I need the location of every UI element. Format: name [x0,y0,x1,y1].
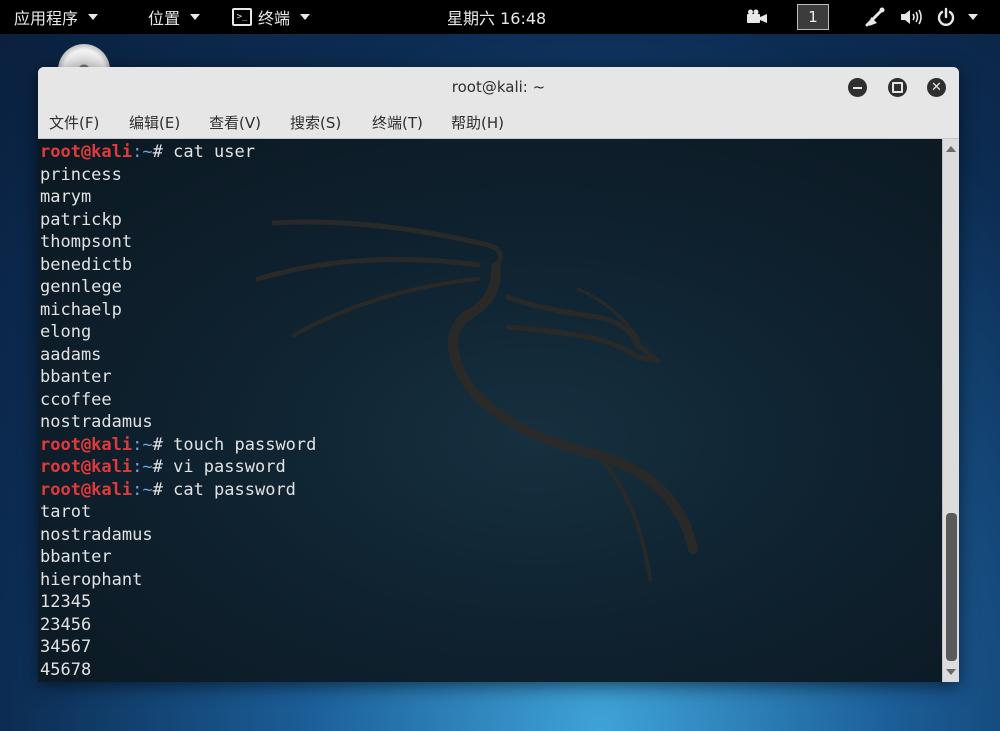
terminal-icon: >_ [232,8,252,26]
chevron-down-icon [88,14,99,20]
prompt-path: :~ [132,142,153,162]
menu-view[interactable]: 查看(V) [209,107,261,138]
maximize-button[interactable] [888,78,907,97]
terminal-output-line: nostradamus [40,524,153,545]
terminal-scrollbar[interactable] [942,139,959,682]
clock-label: 星期六 16:48 [447,9,547,28]
prompt-path: :~ [132,457,153,477]
menu-file[interactable]: 文件(F) [49,107,99,138]
prompt-user: root@kali [40,142,133,162]
terminal-app-label: 终端 [258,9,291,28]
terminal-output-line: aadams [40,344,102,365]
power-menu[interactable] [936,0,978,34]
terminal-prompt-line: root@kali:~# cat user [40,141,316,164]
close-button[interactable]: ✕ [927,78,946,97]
terminal-output-line: michaelp [40,299,122,320]
close-icon: ✕ [931,80,942,95]
chevron-down-icon [190,14,201,20]
workspace-indicator[interactable]: 1 [797,0,829,34]
minimize-icon [853,86,862,89]
terminal-output-line: benedictb [40,254,133,275]
prompt-command: cat user [173,142,255,162]
prompt-path: :~ [132,434,153,455]
scroll-down-icon[interactable] [946,669,956,675]
terminal-prompt-line: root@kali:~# cat password [40,479,316,502]
terminal-area[interactable]: root@kali:~# cat user princess marym patric… [38,139,942,682]
window-titlebar[interactable]: root@kali: ~ ✕ [38,67,959,107]
terminal-app-menu[interactable]: >_ 终端 [232,0,311,34]
places-menu-label: 位置 [148,9,181,28]
terminal-output: root@kali:~# cat user princess marym patric… [40,141,316,681]
menu-help[interactable]: 帮助(H) [451,107,504,138]
applications-menu-label: 应用程序 [14,9,79,28]
terminal-output-line: bbanter [40,367,112,387]
terminal-output-line: 12345 [40,592,92,612]
terminal-output-line: marym [40,187,92,207]
window-title: root@kali: ~ [451,78,546,96]
places-menu[interactable]: 位置 [148,0,201,34]
terminal-output-line: hierophant [40,569,143,590]
terminal-output-line: patrickp [40,209,122,230]
volume-icon[interactable] [899,0,923,34]
terminal-output-line: thompsont [40,232,133,252]
menu-search[interactable]: 搜索(S) [290,107,341,138]
prompt-command: vi password [173,457,286,477]
terminal-window: root@kali: ~ ✕ 文件(F) 编辑(E) 查看(V) 搜索(S) 终… [38,67,959,682]
network-icon[interactable] [865,0,887,34]
terminal-output-line: princess [40,164,122,185]
terminal-output-line: 45678 [40,659,92,680]
menu-edit[interactable]: 编辑(E) [129,107,180,138]
prompt-symbol: # [152,479,174,500]
menu-bar: 文件(F) 编辑(E) 查看(V) 搜索(S) 终端(T) 帮助(H) [38,107,959,139]
chevron-down-icon [300,14,311,20]
minimize-button[interactable] [848,78,867,97]
video-camera-icon[interactable] [746,0,768,34]
prompt-symbol: # [152,457,174,477]
terminal-output-line: bbanter [40,547,112,567]
scroll-up-icon[interactable] [946,146,956,152]
prompt-user: root@kali [40,479,133,500]
clock[interactable]: 星期六 16:48 [447,0,546,34]
prompt-command: touch password [173,434,317,455]
prompt-symbol: # [152,142,174,162]
terminal-prompt-line: root@kali:~# vi password [40,456,316,479]
scrollbar-thumb[interactable] [946,513,957,661]
terminal-prompt-line: root@kali:~# touch password [40,434,316,457]
power-icon [937,7,955,26]
terminal-output-line: nostradamus [40,412,153,432]
terminal-output-line: gennlege [40,277,122,297]
chevron-down-icon [968,14,978,20]
prompt-symbol: # [152,434,174,455]
terminal-output-line: elong [40,322,92,342]
prompt-command: cat password [173,479,296,500]
top-panel: 应用程序 位置 >_ 终端 星期六 16:48 1 [0,0,1000,34]
terminal-output-line: 23456 [40,614,92,635]
menu-terminal[interactable]: 终端(T) [372,107,423,138]
prompt-user: root@kali [40,434,133,455]
workspace-number: 1 [797,4,829,30]
maximize-icon [892,82,903,93]
prompt-user: root@kali [40,457,133,477]
terminal-output-line: ccoffee [40,389,112,410]
terminal-output-line: 34567 [40,637,92,657]
prompt-path: :~ [132,479,153,500]
terminal-output-line: tarot [40,502,92,522]
applications-menu[interactable]: 应用程序 [14,0,99,34]
